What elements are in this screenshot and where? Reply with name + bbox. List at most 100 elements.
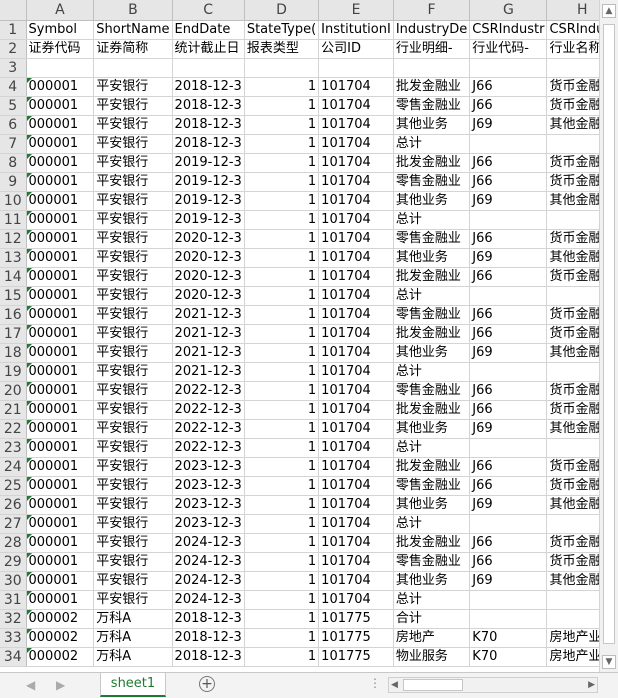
cell-e5[interactable]: 101704 [318,96,394,116]
cell-c28[interactable]: 2024-12-3 [172,533,245,553]
cell-d27[interactable]: 1 [244,514,320,534]
cell-b4[interactable]: 平安银行 [93,77,173,97]
cell-d2[interactable]: 报表类型 [244,39,320,59]
cell-f32[interactable]: 合计 [393,609,471,629]
cell-b25[interactable]: 平安银行 [93,476,173,496]
cell-c7[interactable]: 2018-12-3 [172,134,245,154]
row-header[interactable]: 33 [0,628,27,648]
cell-d29[interactable]: 1 [244,552,320,572]
cell-d34[interactable]: 1 [244,647,320,667]
cell-a13[interactable]: 000001 [26,248,95,268]
cell-b30[interactable]: 平安银行 [93,571,173,591]
row-header[interactable]: 2 [0,39,27,59]
row-header[interactable]: 23 [0,438,27,458]
cell-d23[interactable]: 1 [244,438,320,458]
cell-f30[interactable]: 其他业务 [393,571,471,591]
cell-d14[interactable]: 1 [244,267,320,287]
ellipsis-icon[interactable]: ⋮ [369,676,381,690]
cell-d33[interactable]: 1 [244,628,320,648]
cell-f14[interactable]: 批发金融业 [393,267,471,287]
cell-e8[interactable]: 101704 [318,153,394,173]
cell-e13[interactable]: 101704 [318,248,394,268]
cell-e20[interactable]: 101704 [318,381,394,401]
cell-b22[interactable]: 平安银行 [93,419,173,439]
cell-g6[interactable]: J69 [469,115,548,135]
column-header-b[interactable]: B [93,0,173,21]
cell-f22[interactable]: 其他业务 [393,419,471,439]
cell-a17[interactable]: 000001 [26,324,95,344]
cell-f24[interactable]: 批发金融业 [393,457,471,477]
cell-f16[interactable]: 零售金融业 [393,305,471,325]
row-header[interactable]: 12 [0,229,27,249]
row-header[interactable]: 26 [0,495,27,515]
cell-g24[interactable]: J66 [469,457,548,477]
cell-g21[interactable]: J66 [469,400,548,420]
cell-b2[interactable]: 证券简称 [93,39,173,59]
cell-a29[interactable]: 000001 [26,552,95,572]
row-header[interactable]: 13 [0,248,27,268]
cell-c18[interactable]: 2021-12-3 [172,343,245,363]
row-header[interactable]: 6 [0,115,27,135]
cell-e1[interactable]: InstitutionI [318,20,394,40]
cell-a26[interactable]: 000001 [26,495,95,515]
cell-f31[interactable]: 总计 [393,590,471,610]
cell-c27[interactable]: 2023-12-3 [172,514,245,534]
cell-c20[interactable]: 2022-12-3 [172,381,245,401]
cell-d5[interactable]: 1 [244,96,320,116]
row-header[interactable]: 4 [0,77,27,97]
cell-f4[interactable]: 批发金融业 [393,77,471,97]
cell-e33[interactable]: 101775 [318,628,394,648]
cell-f6[interactable]: 其他业务 [393,115,471,135]
row-header[interactable]: 17 [0,324,27,344]
cell-d18[interactable]: 1 [244,343,320,363]
cell-c8[interactable]: 2019-12-3 [172,153,245,173]
cell-a23[interactable]: 000001 [26,438,95,458]
cell-c29[interactable]: 2024-12-3 [172,552,245,572]
cell-g29[interactable]: J66 [469,552,548,572]
cell-a34[interactable]: 000002 [26,647,95,667]
cell-a14[interactable]: 000001 [26,267,95,287]
cell-f5[interactable]: 零售金融业 [393,96,471,116]
row-header[interactable]: 19 [0,362,27,382]
cell-c33[interactable]: 2018-12-3 [172,628,245,648]
cell-g23[interactable] [469,438,548,458]
cell-b11[interactable]: 平安银行 [93,210,173,230]
horizontal-scroll-thumb[interactable] [403,679,463,691]
cell-b34[interactable]: 万科A [93,647,173,667]
cell-a12[interactable]: 000001 [26,229,95,249]
cell-b26[interactable]: 平安银行 [93,495,173,515]
cell-a10[interactable]: 000001 [26,191,95,211]
row-header[interactable]: 32 [0,609,27,629]
cell-a19[interactable]: 000001 [26,362,95,382]
cell-c30[interactable]: 2024-12-3 [172,571,245,591]
cell-c16[interactable]: 2021-12-3 [172,305,245,325]
column-header-g[interactable]: G [469,0,548,21]
cell-g13[interactable]: J69 [469,248,548,268]
cell-b14[interactable]: 平安银行 [93,267,173,287]
cell-f12[interactable]: 零售金融业 [393,229,471,249]
cell-a21[interactable]: 000001 [26,400,95,420]
column-header-a[interactable]: A [26,0,95,21]
cell-a7[interactable]: 000001 [26,134,95,154]
cell-b24[interactable]: 平安银行 [93,457,173,477]
cell-c4[interactable]: 2018-12-3 [172,77,245,97]
cell-f2[interactable]: 行业明细- [393,39,471,59]
row-header[interactable]: 16 [0,305,27,325]
cell-e32[interactable]: 101775 [318,609,394,629]
cell-b17[interactable]: 平安银行 [93,324,173,344]
cell-d10[interactable]: 1 [244,191,320,211]
cell-d8[interactable]: 1 [244,153,320,173]
cell-d20[interactable]: 1 [244,381,320,401]
cell-b33[interactable]: 万科A [93,628,173,648]
cell-b18[interactable]: 平安银行 [93,343,173,363]
row-header[interactable]: 21 [0,400,27,420]
plus-circle-icon[interactable]: + [199,676,215,692]
cell-b20[interactable]: 平安银行 [93,381,173,401]
cell-g16[interactable]: J66 [469,305,548,325]
cell-f27[interactable]: 总计 [393,514,471,534]
row-header[interactable]: 31 [0,590,27,610]
cell-a8[interactable]: 000001 [26,153,95,173]
cell-g18[interactable]: J69 [469,343,548,363]
row-header[interactable]: 15 [0,286,27,306]
horizontal-scrollbar[interactable]: ◀ ▶ [388,677,598,693]
